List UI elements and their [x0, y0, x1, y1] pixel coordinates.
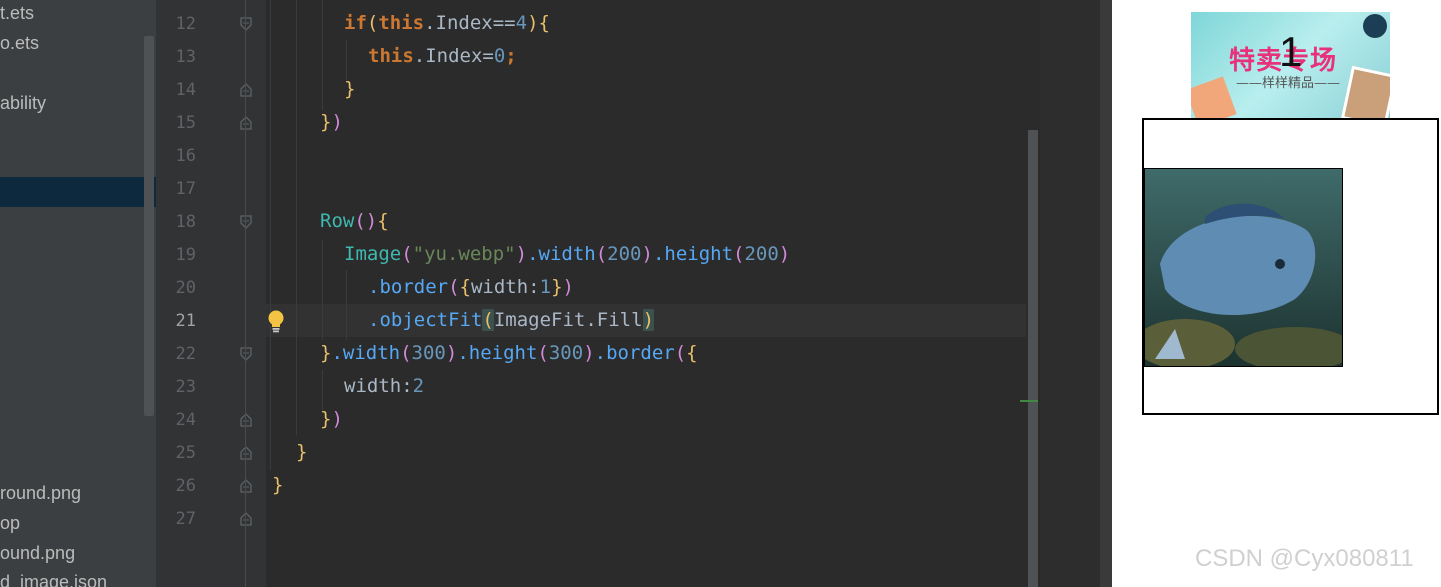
line-number: 16	[175, 146, 196, 166]
code-line-20[interactable]: .border({width:1})	[368, 276, 574, 298]
code-line-26[interactable]: }	[272, 474, 283, 496]
code-line-23[interactable]: width:2	[344, 375, 424, 397]
watermark-text: CSDN @Cyx080811	[1195, 545, 1414, 572]
line-number: 18	[175, 212, 196, 232]
line-number: 13	[175, 47, 196, 67]
line-number: 24	[175, 410, 196, 430]
line-number: 26	[175, 476, 196, 496]
indent-guide	[296, 0, 297, 435]
line-number: 15	[175, 113, 196, 133]
fold-close-icon[interactable]	[240, 479, 252, 493]
line-number: 27	[175, 509, 196, 529]
fold-open-icon[interactable]	[240, 215, 252, 229]
index-text: 1	[1279, 28, 1303, 75]
indent-guide	[322, 0, 323, 110]
banner-image: 特卖专场 ——样样精品—— 1	[1191, 12, 1390, 118]
line-number: 17	[175, 179, 196, 199]
fold-open-icon[interactable]	[240, 17, 252, 31]
indent-guide	[322, 370, 323, 410]
code-line-13[interactable]: this.Index=0;	[368, 45, 517, 67]
code-line-19[interactable]: Image("yu.webp").width(200).height(200)	[344, 243, 790, 265]
line-number: 25	[175, 443, 196, 463]
gutter-guide-line	[245, 0, 246, 587]
line-number: 23	[175, 377, 196, 397]
code-line-22[interactable]: }.width(300).height(300).border({	[320, 342, 698, 364]
tree-item[interactable]: op	[0, 513, 20, 534]
lightbulb-icon[interactable]	[266, 309, 286, 337]
fish-image	[1144, 168, 1343, 367]
tree-item[interactable]: t.ets	[0, 3, 34, 24]
editor-scrollbar-thumb[interactable]	[1028, 130, 1038, 587]
line-number-current: 21	[175, 311, 196, 331]
tree-item[interactable]: ability	[0, 93, 46, 114]
tree-scrollbar[interactable]	[144, 36, 154, 416]
code-line-12[interactable]: if(this.Index==4){	[344, 12, 550, 34]
fold-open-icon[interactable]	[240, 347, 252, 361]
tree-item[interactable]: ound.png	[0, 543, 75, 564]
code-line-14[interactable]: }	[344, 78, 355, 100]
code-line-15[interactable]: })	[320, 111, 343, 133]
indent-guide	[346, 270, 347, 340]
banner-decoration	[1340, 65, 1390, 118]
fold-close-icon[interactable]	[240, 512, 252, 526]
code-line-25[interactable]: }	[296, 441, 307, 463]
editor-scrollbar[interactable]	[1026, 0, 1040, 587]
tree-item[interactable]: d_image.json	[0, 572, 107, 587]
banner-decoration	[1191, 76, 1237, 118]
indent-guide	[322, 240, 323, 340]
line-number: 12	[175, 14, 196, 34]
tree-item[interactable]: o.ets	[0, 33, 39, 54]
project-tree: t.ets o.ets ability round.png op ound.pn…	[0, 0, 156, 587]
banner-decoration	[1363, 14, 1387, 38]
fold-close-icon[interactable]	[240, 413, 252, 427]
fold-close-icon[interactable]	[240, 116, 252, 130]
code-line-24[interactable]: })	[320, 408, 343, 430]
line-number: 19	[175, 245, 196, 265]
line-number: 20	[175, 278, 196, 298]
code-line-18[interactable]: Row(){	[320, 210, 389, 232]
code-line-21[interactable]: .objectFit(ImageFit.Fill)	[368, 309, 655, 331]
line-number: 14	[175, 80, 196, 100]
change-marker	[1020, 400, 1038, 402]
indent-guide	[270, 0, 271, 470]
tree-item[interactable]: round.png	[0, 483, 81, 504]
tree-selected-row[interactable]	[0, 177, 156, 207]
indent-guide	[346, 40, 347, 80]
fold-close-icon[interactable]	[240, 83, 252, 97]
fold-close-icon[interactable]	[240, 446, 252, 460]
line-number: 22	[175, 344, 196, 364]
panel-separator[interactable]	[1100, 0, 1112, 587]
